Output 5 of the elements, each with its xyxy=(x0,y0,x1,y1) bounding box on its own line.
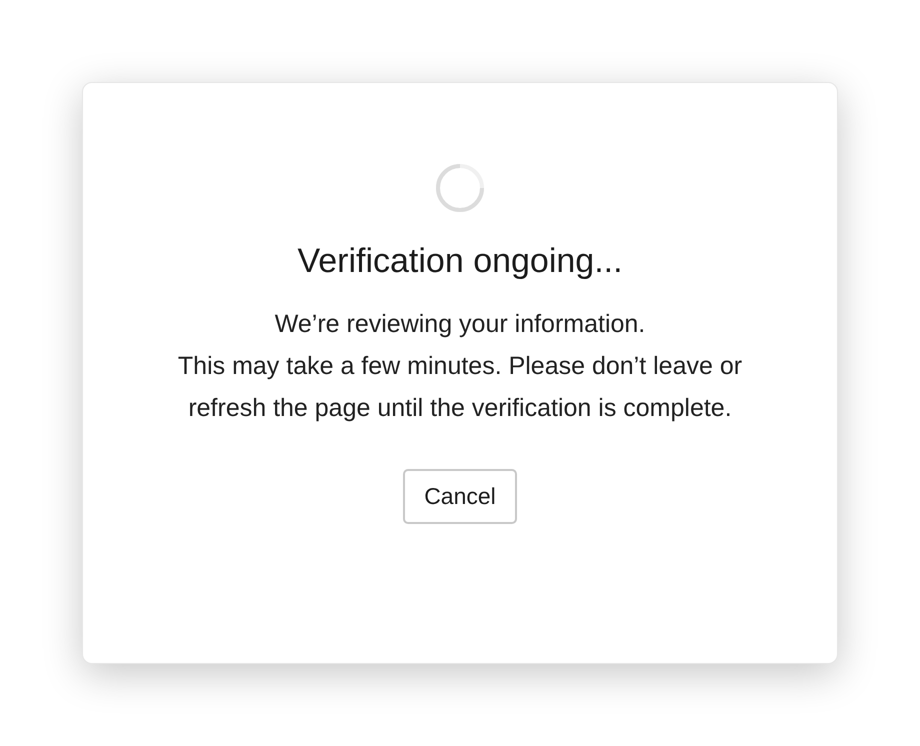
dialog-message: We’re reviewing your information. xyxy=(274,309,646,340)
dialog-message: This may take a few minutes. Please don’t leave or refresh the page until the verification is complete. xyxy=(176,351,744,424)
dialog-title: Verification ongoing... xyxy=(297,241,623,282)
cancel-button[interactable]: Cancel xyxy=(403,469,517,524)
loading-spinner-icon xyxy=(435,163,485,213)
